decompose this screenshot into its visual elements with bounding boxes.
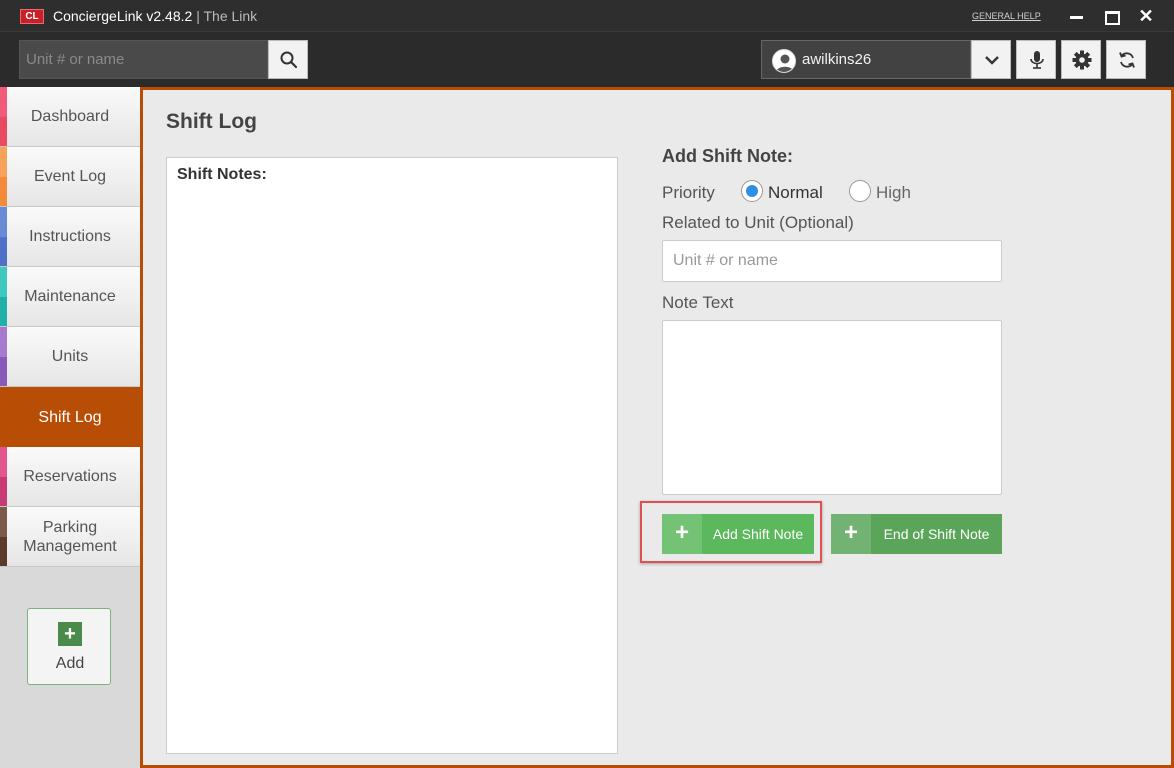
sidebar: Dashboard Event Log Instructions Mainten…: [0, 87, 157, 768]
app-title: ConciergeLink v2.48.2 | The Link: [53, 8, 257, 24]
sidebar-item-label: Maintenance: [24, 288, 116, 305]
priority-label: Priority: [662, 183, 715, 202]
end-of-shift-note-label: End of Shift Note: [883, 526, 990, 542]
toolbar: awilkins26: [0, 31, 1174, 87]
priority-high-label[interactable]: High: [876, 183, 911, 203]
sidebar-item-dashboard[interactable]: Dashboard: [0, 87, 140, 147]
refresh-icon: [1119, 52, 1135, 68]
search-input[interactable]: [19, 40, 268, 79]
app-logo: CL: [20, 9, 44, 24]
app-name: ConciergeLink v2.48.2: [53, 8, 193, 24]
priority-high-radio[interactable]: [849, 180, 871, 202]
sidebar-item-maintenance[interactable]: Maintenance: [0, 267, 140, 327]
sidebar-item-event-log[interactable]: Event Log: [0, 147, 140, 207]
maximize-button[interactable]: [1101, 6, 1121, 26]
sidebar-item-label: Event Log: [33, 168, 107, 185]
plus-icon: +: [831, 514, 871, 554]
user-avatar-icon: [772, 49, 796, 73]
microphone-icon: [1030, 51, 1044, 69]
color-stripe: [0, 87, 7, 146]
username: awilkins26: [802, 51, 872, 68]
priority-normal-label[interactable]: Normal: [768, 183, 823, 203]
add-label: Add: [55, 655, 85, 672]
color-stripe: [0, 327, 7, 386]
add-shift-note-button[interactable]: + Add Shift Note: [662, 514, 814, 554]
note-text-label: Note Text: [662, 293, 734, 312]
sidebar-item-label: Reservations: [23, 468, 117, 485]
sidebar-item-label: Shift Log: [38, 408, 102, 426]
sidebar-item-label: Dashboard: [30, 108, 110, 125]
shift-notes-panel: Shift Notes:: [166, 157, 618, 754]
sidebar-item-units[interactable]: Units: [0, 327, 140, 387]
search-button[interactable]: [268, 40, 308, 79]
plus-icon: +: [58, 622, 82, 646]
plus-icon: +: [662, 514, 702, 554]
priority-normal-radio[interactable]: [741, 180, 763, 202]
sidebar-item-shift-log[interactable]: Shift Log: [0, 387, 157, 447]
app-subtitle: The Link: [203, 8, 258, 24]
main-panel: Shift Log Shift Notes: Add Shift Note: P…: [140, 87, 1174, 768]
refresh-button[interactable]: [1106, 40, 1146, 79]
add-button[interactable]: + Add: [27, 608, 111, 685]
sidebar-item-parking-management[interactable]: Parking Management: [0, 507, 140, 567]
user-selector[interactable]: awilkins26: [761, 40, 971, 79]
add-shift-note-title: Add Shift Note:: [662, 146, 793, 166]
color-stripe: [0, 447, 7, 506]
page-title: Shift Log: [166, 110, 257, 133]
minimize-button[interactable]: [1067, 6, 1087, 26]
search-icon: [280, 51, 298, 69]
note-text-area[interactable]: [662, 320, 1002, 495]
sidebar-item-label: Instructions: [29, 228, 111, 245]
sidebar-item-reservations[interactable]: Reservations: [0, 447, 140, 507]
chevron-down-icon: [985, 56, 999, 65]
close-button[interactable]: ✕: [1136, 6, 1156, 26]
settings-button[interactable]: [1061, 40, 1101, 79]
shift-notes-title: Shift Notes:: [177, 166, 267, 183]
related-unit-input[interactable]: [662, 240, 1002, 282]
add-shift-note-label: Add Shift Note: [712, 526, 804, 542]
related-unit-label: Related to Unit (Optional): [662, 213, 854, 232]
title-bar: CL ConciergeLink v2.48.2 | The Link GENE…: [0, 0, 1174, 31]
sidebar-item-label: Units: [51, 348, 89, 365]
color-stripe: [0, 147, 7, 206]
end-of-shift-note-button[interactable]: + End of Shift Note: [831, 514, 1002, 554]
general-help-link[interactable]: GENERAL HELP: [972, 11, 1041, 21]
gear-icon: [1072, 50, 1092, 70]
color-stripe: [0, 507, 7, 566]
title-separator: |: [196, 8, 200, 24]
color-stripe: [0, 207, 7, 266]
microphone-button[interactable]: [1016, 40, 1056, 79]
user-dropdown-button[interactable]: [971, 40, 1011, 79]
color-stripe: [0, 267, 7, 326]
sidebar-item-label: Parking Management: [23, 518, 117, 555]
sidebar-item-instructions[interactable]: Instructions: [0, 207, 140, 267]
